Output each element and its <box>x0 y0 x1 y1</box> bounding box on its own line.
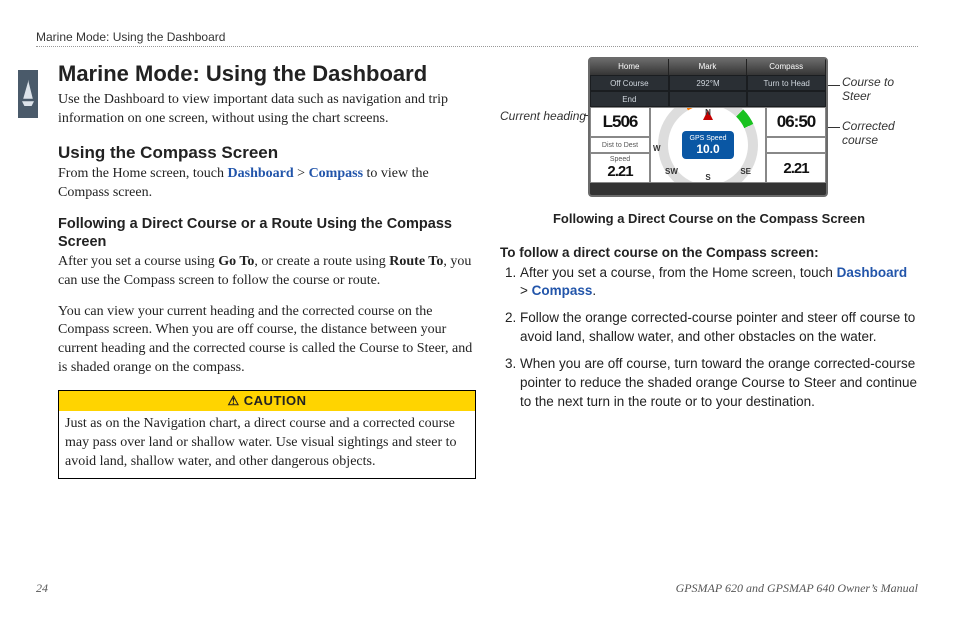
gps-speed-value: 10.0 <box>696 142 719 156</box>
gps-speed-label: GPS Speed <box>690 135 727 142</box>
intro-paragraph: Use the Dashboard to view important data… <box>58 91 476 129</box>
subsection-heading: Following a Direct Course or a Route Usi… <box>58 215 476 251</box>
figure: Current heading Course to Steer Correcte… <box>500 57 918 207</box>
compass-n: N <box>705 108 711 117</box>
compass-sw: SW <box>665 167 678 176</box>
device-main: L506 Dist to Dest Speed2.21 GPS Speed 10… <box>590 107 826 183</box>
warning-icon: ⚠ <box>228 393 240 408</box>
device-row-2: Off Course 292°M Turn to Head <box>590 75 826 91</box>
step1-nav1: Dashboard <box>837 265 908 280</box>
device-left-panel: L506 Dist to Dest Speed2.21 <box>590 107 650 183</box>
nav-dashboard-link: Dashboard <box>228 166 294 181</box>
routeto-label: Route To <box>389 254 443 269</box>
device-right-bot: 2.21 <box>766 153 826 183</box>
device-right-mid <box>766 137 826 153</box>
device-left-bot-val: 2.21 <box>607 163 632 180</box>
caution-label: CAUTION <box>244 393 307 408</box>
section-heading: Using the Compass Screen <box>58 143 476 163</box>
device-offcourse: Off Course <box>590 75 669 91</box>
device-tab-mark: Mark <box>669 59 748 75</box>
callout-course-to-steer: Course to Steer <box>842 75 922 103</box>
header-rule <box>36 46 918 47</box>
goto-label: Go To <box>218 254 254 269</box>
device-left-top-val: L506 <box>603 112 638 132</box>
side-tab <box>18 70 38 118</box>
device-left-mid: Dist to Dest <box>590 137 650 153</box>
device-compass: GPS Speed 10.0 N S W SW SE <box>650 107 766 183</box>
device-tabs: Home Mark Compass <box>590 59 826 75</box>
step-3: When you are off course, turn toward the… <box>520 355 918 412</box>
page-title: Marine Mode: Using the Dashboard <box>58 61 476 87</box>
page-number: 24 <box>36 581 48 596</box>
compass-w: W <box>653 144 661 153</box>
step-2: Follow the orange corrected-course point… <box>520 309 918 347</box>
caution-body: Just as on the Navigation chart, a direc… <box>59 411 475 478</box>
page-footer: 24 GPSMAP 620 and GPSMAP 640 Owner’s Man… <box>36 581 918 596</box>
running-head: Marine Mode: Using the Dashboard <box>36 30 918 44</box>
device-tab-compass: Compass <box>747 59 826 75</box>
step1-post: . <box>592 283 596 298</box>
device-right-top: 06:50 <box>766 107 826 137</box>
subsection-body-1: After you set a course using Go To, or c… <box>58 253 476 291</box>
device-left-bot: Speed2.21 <box>590 153 650 183</box>
device-row3-right <box>747 91 826 107</box>
section-body-prefix: From the Home screen, touch <box>58 166 228 181</box>
device-screenshot: Home Mark Compass Off Course 292°M Turn … <box>588 57 828 197</box>
sailboat-icon <box>22 79 34 109</box>
subsection-body-2: You can view your current heading and th… <box>58 303 476 379</box>
sub1-b: , or create a route using <box>254 254 389 269</box>
device-end: End <box>590 91 669 107</box>
caution-bar: ⚠ CAUTION <box>59 391 475 411</box>
manual-title: GPSMAP 620 and GPSMAP 640 Owner’s Manual <box>676 581 918 596</box>
caution-box: ⚠ CAUTION Just as on the Navigation char… <box>58 390 476 479</box>
device-turntohead: Turn to Head <box>747 75 826 91</box>
sub1-a: After you set a course using <box>58 254 218 269</box>
step1-sep: > <box>520 283 532 298</box>
device-right-top-val: 06:50 <box>777 112 815 132</box>
steps-list: After you set a course, from the Home sc… <box>500 264 918 412</box>
compass-hub: GPS Speed 10.0 <box>682 131 734 159</box>
device-row3-mid <box>669 91 748 107</box>
device-right-panel: 06:50 2.21 <box>766 107 826 183</box>
section-body: From the Home screen, touch Dashboard > … <box>58 165 476 203</box>
steps-lead: To follow a direct course on the Compass… <box>500 245 918 260</box>
device-left-bot-label: Speed <box>610 156 630 163</box>
figure-caption: Following a Direct Course on the Compass… <box>500 211 918 227</box>
right-column: Current heading Course to Steer Correcte… <box>500 55 918 479</box>
step1-nav2: Compass <box>532 283 593 298</box>
device-left-top: L506 <box>590 107 650 137</box>
callout-corrected-course: Corrected course <box>842 119 922 147</box>
compass-s: S <box>705 173 710 182</box>
device-heading-value: 292°M <box>669 75 748 91</box>
device-right-bot-val: 2.21 <box>783 160 808 177</box>
left-column: Marine Mode: Using the Dashboard Use the… <box>36 55 476 479</box>
callout-current-heading: Current heading <box>500 109 586 123</box>
manual-page: Marine Mode: Using the Dashboard Marine … <box>0 0 954 618</box>
device-row-3: End <box>590 91 826 107</box>
device-tab-home: Home <box>590 59 669 75</box>
step1-pre: After you set a course, from the Home sc… <box>520 265 837 280</box>
step-1: After you set a course, from the Home sc… <box>520 264 918 302</box>
compass-se: SE <box>740 167 751 176</box>
device-left-mid-label: Dist to Dest <box>602 142 638 149</box>
nav-compass-link: Compass <box>309 166 363 181</box>
nav-sep: > <box>294 166 309 181</box>
